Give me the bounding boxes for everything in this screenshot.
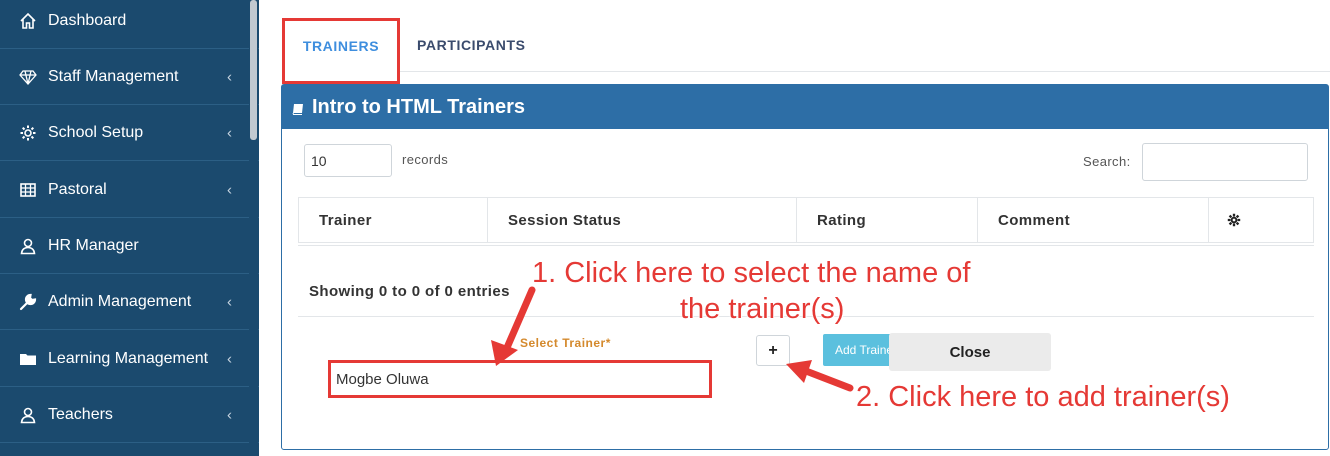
book-icon [292,104,303,115]
column-header-session-status[interactable]: Session Status [488,198,797,242]
select-trainer-label: Select Trainer* [520,336,611,350]
sidebar-item-label: Teachers [48,406,113,423]
sidebar-item-teachers[interactable]: Teachers ‹ [0,388,259,443]
table-divider [298,245,1314,246]
records-label: records [402,152,449,167]
annotation-step-1-continued: the trainer(s) [680,293,845,325]
sidebar-item-dashboard[interactable]: Dashboard [0,0,259,49]
sidebar-scrollbar[interactable] [250,0,257,140]
column-header-rating[interactable]: Rating [797,198,978,242]
search-label: Search: [1083,154,1131,169]
table-header-row: Trainer Session Status Rating Comment [298,197,1314,243]
chevron-left-icon: ‹ [227,350,232,368]
search-input[interactable] [1142,143,1308,181]
panel-header: Intro to HTML Trainers [282,85,1328,129]
user-icon [19,237,37,255]
select-trainer-field[interactable]: Mogbe Oluwa [328,360,712,398]
chevron-left-icon: ‹ [227,124,232,142]
column-header-settings[interactable] [1209,198,1313,242]
table-icon [19,181,37,199]
close-button[interactable]: Close [889,333,1051,371]
chevron-left-icon: ‹ [227,181,232,199]
sidebar-item-label: Admin Management [48,293,192,310]
gear-icon [1227,213,1241,227]
tab-trainers-label: TRAINERS [302,38,380,54]
sidebar-item-staff-management[interactable]: Staff Management ‹ [0,50,259,105]
panel-title: Intro to HTML Trainers [312,95,525,118]
sidebar-item-admin-management[interactable]: Admin Management ‹ [0,275,259,330]
table-info: Showing 0 to 0 of 0 entries [309,283,510,300]
sidebar-item-label: Learning Management [48,350,209,367]
sidebar-item-hr-manager[interactable]: HR Manager [0,219,259,274]
tab-trainers[interactable]: TRAINERS [282,18,400,84]
folder-icon [19,350,37,368]
sidebar-item-pastoral[interactable]: Pastoral ‹ [0,163,259,218]
tab-participants[interactable]: PARTICIPANTS [417,18,526,72]
sidebar-item-label: Dashboard [48,12,127,29]
gear-icon [19,124,37,142]
sidebar-item-label: Pastoral [48,181,107,198]
wrench-icon [19,293,37,311]
teacher-icon [19,406,37,424]
sidebar-item-learning-management[interactable]: Learning Management ‹ [0,332,259,387]
tab-participants-label: PARTICIPANTS [417,37,526,53]
sidebar-item-label: School Setup [48,124,144,141]
sidebar-item-label: HR Manager [48,237,139,254]
chevron-left-icon: ‹ [227,406,232,424]
sidebar-item-label: Staff Management [48,68,179,85]
column-header-trainer[interactable]: Trainer [299,198,488,242]
annotation-step-1: 1. Click here to select the name of [532,257,971,289]
home-icon [19,12,37,30]
column-header-comment[interactable]: Comment [978,198,1209,242]
sidebar: Dashboard Staff Management ‹ School Setu… [0,0,259,456]
records-per-page-input[interactable] [304,144,392,177]
tab-bar: TRAINERS PARTICIPANTS [282,18,1330,84]
add-trainer-plus-button[interactable]: + [756,335,790,366]
diamond-icon [19,68,37,86]
sidebar-item-school-setup[interactable]: School Setup ‹ [0,106,259,161]
annotation-step-2: 2. Click here to add trainer(s) [856,381,1230,413]
chevron-left-icon: ‹ [227,68,232,86]
chevron-left-icon: ‹ [227,293,232,311]
